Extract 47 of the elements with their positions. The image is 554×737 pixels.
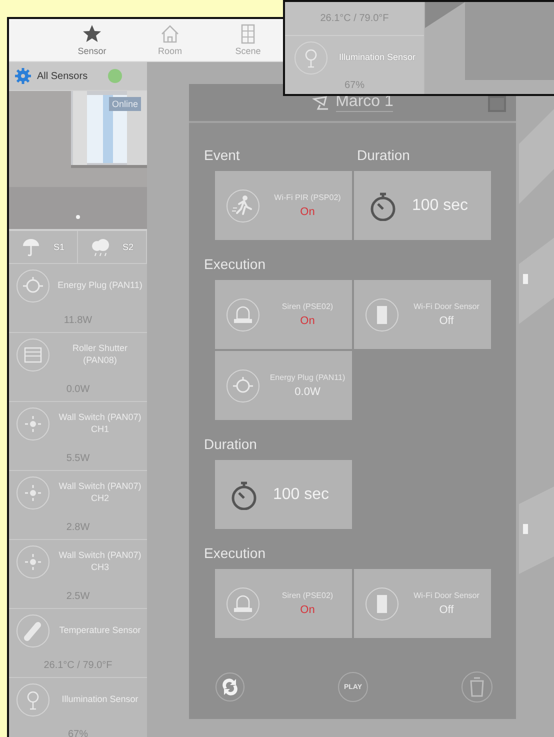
device-icon xyxy=(15,406,51,442)
device-icon xyxy=(225,188,261,224)
section-heading: Execution xyxy=(204,256,266,272)
device-status: 0.0W xyxy=(294,386,320,398)
umbrella-icon xyxy=(21,237,42,257)
refresh-icon[interactable] xyxy=(215,672,245,702)
weather-label: S2 xyxy=(122,242,134,252)
settings-icon[interactable] xyxy=(15,68,31,84)
device-icon xyxy=(225,296,261,332)
device-status: On xyxy=(300,604,315,616)
sensor-name: Illumination Sensor xyxy=(339,52,416,64)
duration-card[interactable]: 100 sec xyxy=(354,171,491,240)
duration-value: 100 sec xyxy=(412,196,468,214)
sidebar-title: All Sensors xyxy=(37,70,88,82)
device-status: Off xyxy=(439,604,454,616)
tab[interactable]: Sensor xyxy=(53,19,131,61)
online-badge: Online xyxy=(108,97,141,111)
device-status: Off xyxy=(439,315,454,327)
section-heading: Event xyxy=(204,147,241,163)
cloud-icon xyxy=(90,237,110,257)
status-dot xyxy=(108,69,122,83)
device-icon xyxy=(15,268,51,304)
trash-icon[interactable] xyxy=(461,671,493,703)
stopwatch-icon xyxy=(368,190,398,220)
section-heading: Duration xyxy=(357,147,411,163)
star-icon xyxy=(82,24,102,44)
duration-card[interactable]: 100 sec xyxy=(215,460,352,529)
device-icon xyxy=(364,296,400,332)
tab[interactable]: Room xyxy=(131,19,209,61)
device-icon xyxy=(15,682,51,718)
device-status: On xyxy=(300,206,315,218)
device-icon xyxy=(293,40,329,76)
duration-value: 100 sec xyxy=(273,486,330,504)
stopwatch-icon xyxy=(229,480,259,510)
device-icon xyxy=(15,475,51,511)
device-icon xyxy=(15,544,51,580)
device-status: On xyxy=(300,315,315,327)
section-heading: Duration xyxy=(204,436,258,452)
device-icon xyxy=(225,368,261,404)
house-icon xyxy=(160,24,180,44)
device-icon xyxy=(15,613,51,649)
tab[interactable]: Scene xyxy=(209,19,287,61)
device-icon xyxy=(364,586,400,622)
device-icon xyxy=(225,586,261,622)
weather-label: S1 xyxy=(53,242,64,252)
device-icon xyxy=(15,337,51,373)
section-heading: Execution xyxy=(204,545,266,561)
